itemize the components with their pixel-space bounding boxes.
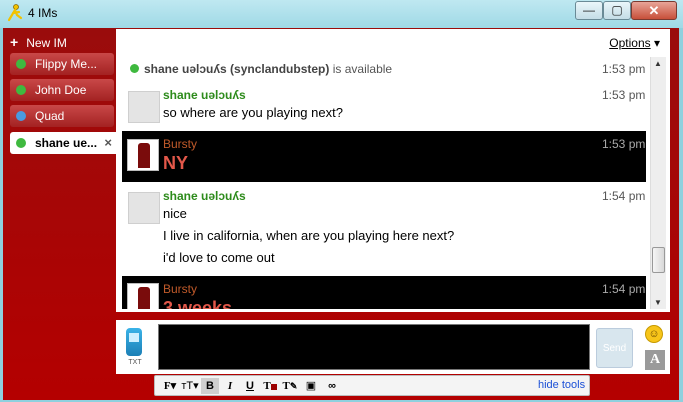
options-menu[interactable]: Options ▾ (609, 36, 660, 50)
send-txt-button[interactable]: TXT (120, 324, 150, 370)
minimize-icon: — (583, 3, 595, 17)
sidebar-tab-john-doe[interactable]: John Doe (10, 79, 114, 101)
message-sender: shane uǝlɔuʎs (163, 88, 246, 102)
hide-tools-link[interactable]: hide tools (538, 379, 585, 391)
scrollbar-thumb[interactable] (652, 247, 665, 273)
text-color-icon: T (263, 380, 271, 392)
status-available-icon (16, 85, 26, 95)
message-sender: Bursty (163, 137, 198, 151)
minimize-button[interactable]: — (575, 1, 603, 20)
plus-icon: + (10, 34, 19, 50)
message-text: 3 weeks (163, 298, 233, 309)
bold-button[interactable]: B (201, 378, 219, 394)
maximize-icon: ▢ (611, 3, 623, 17)
timestamp: 1:53 pm (602, 88, 646, 102)
scroll-up-icon[interactable]: ▲ (654, 59, 662, 68)
highlight-color-button[interactable]: T✎ (281, 378, 299, 394)
tab-label: John Doe (35, 83, 87, 97)
message-row-self: Bursty 1:54 pm 3 weeks (122, 276, 646, 309)
tab-label: Flippy Me... (35, 57, 98, 71)
close-tab-icon[interactable]: × (104, 135, 112, 150)
buddy-screen-name: shane uǝlɔuʎs (synclandubstep) (144, 62, 330, 76)
highlight-icon: T (282, 380, 290, 392)
chat-scrollbar[interactable]: ▲ ▼ (650, 57, 666, 309)
maximize-button[interactable]: ▢ (603, 1, 631, 20)
status-available-icon (16, 59, 26, 69)
font-family-button[interactable]: F▾ (161, 378, 179, 394)
insert-image-icon[interactable]: ▣ (303, 378, 319, 394)
message-text: so where are you playing next? (163, 105, 343, 120)
tab-label: Quad (35, 109, 65, 123)
scroll-down-icon[interactable]: ▼ (654, 298, 662, 307)
timestamp: 1:53 pm (602, 137, 646, 151)
my-avatar (127, 283, 159, 309)
tab-label: shane ue... (35, 136, 98, 150)
close-icon: ✕ (648, 3, 660, 18)
italic-button[interactable]: I (221, 378, 239, 394)
timestamp: 1:54 pm (602, 189, 646, 203)
message-input[interactable] (158, 324, 590, 370)
formatting-toolbar: F▾ тT▾ B I U T T✎ ▣ ∞ (154, 375, 590, 396)
my-avatar (127, 139, 159, 171)
send-button[interactable]: Send (596, 328, 633, 368)
insert-link-icon[interactable]: ∞ (323, 378, 341, 394)
aim-running-man-icon (7, 4, 23, 22)
sidebar-tab-shane[interactable]: shane ue... × (10, 132, 116, 154)
message-text: I live in california, when are you playi… (163, 228, 455, 243)
timestamp: 1:53 pm (602, 62, 646, 76)
message-row-self (122, 131, 646, 182)
status-available-icon (130, 64, 139, 73)
status-available-icon (16, 138, 26, 148)
message-text: i'd love to come out (163, 250, 275, 265)
title-bar: 4 IMs — ▢ ✕ (0, 0, 683, 28)
close-button[interactable]: ✕ (631, 1, 677, 20)
sidebar-tab-flippy[interactable]: Flippy Me... (10, 53, 114, 75)
smiley-icon[interactable]: ☺ (645, 325, 663, 343)
sidebar-tab-quad[interactable]: Quad (10, 105, 114, 127)
text-color-button[interactable]: T (261, 378, 279, 394)
window-title: 4 IMs (28, 6, 58, 20)
buddy-avatar (128, 91, 160, 123)
font-style-button[interactable]: A (645, 350, 665, 370)
options-label: Options (609, 36, 651, 50)
presence-status: shane uǝlɔuʎs (synclandubstep) is availa… (130, 62, 392, 76)
presence-text: is available (332, 62, 393, 76)
underline-button[interactable]: U (241, 378, 259, 394)
message-sender: Bursty (163, 282, 198, 296)
message-text: NY (163, 153, 189, 173)
message-sender: shane uǝlɔuʎs (163, 189, 246, 203)
chevron-down-icon: ▾ (653, 36, 660, 50)
new-im-button[interactable]: + New IM (10, 34, 110, 52)
status-mobile-icon (16, 111, 26, 121)
txt-label: TXT (128, 359, 142, 366)
new-im-label: New IM (26, 36, 67, 50)
timestamp: 1:54 pm (602, 282, 646, 296)
buddy-avatar (128, 192, 160, 224)
message-text: nice (163, 206, 187, 221)
font-size-button[interactable]: тT▾ (180, 378, 200, 394)
